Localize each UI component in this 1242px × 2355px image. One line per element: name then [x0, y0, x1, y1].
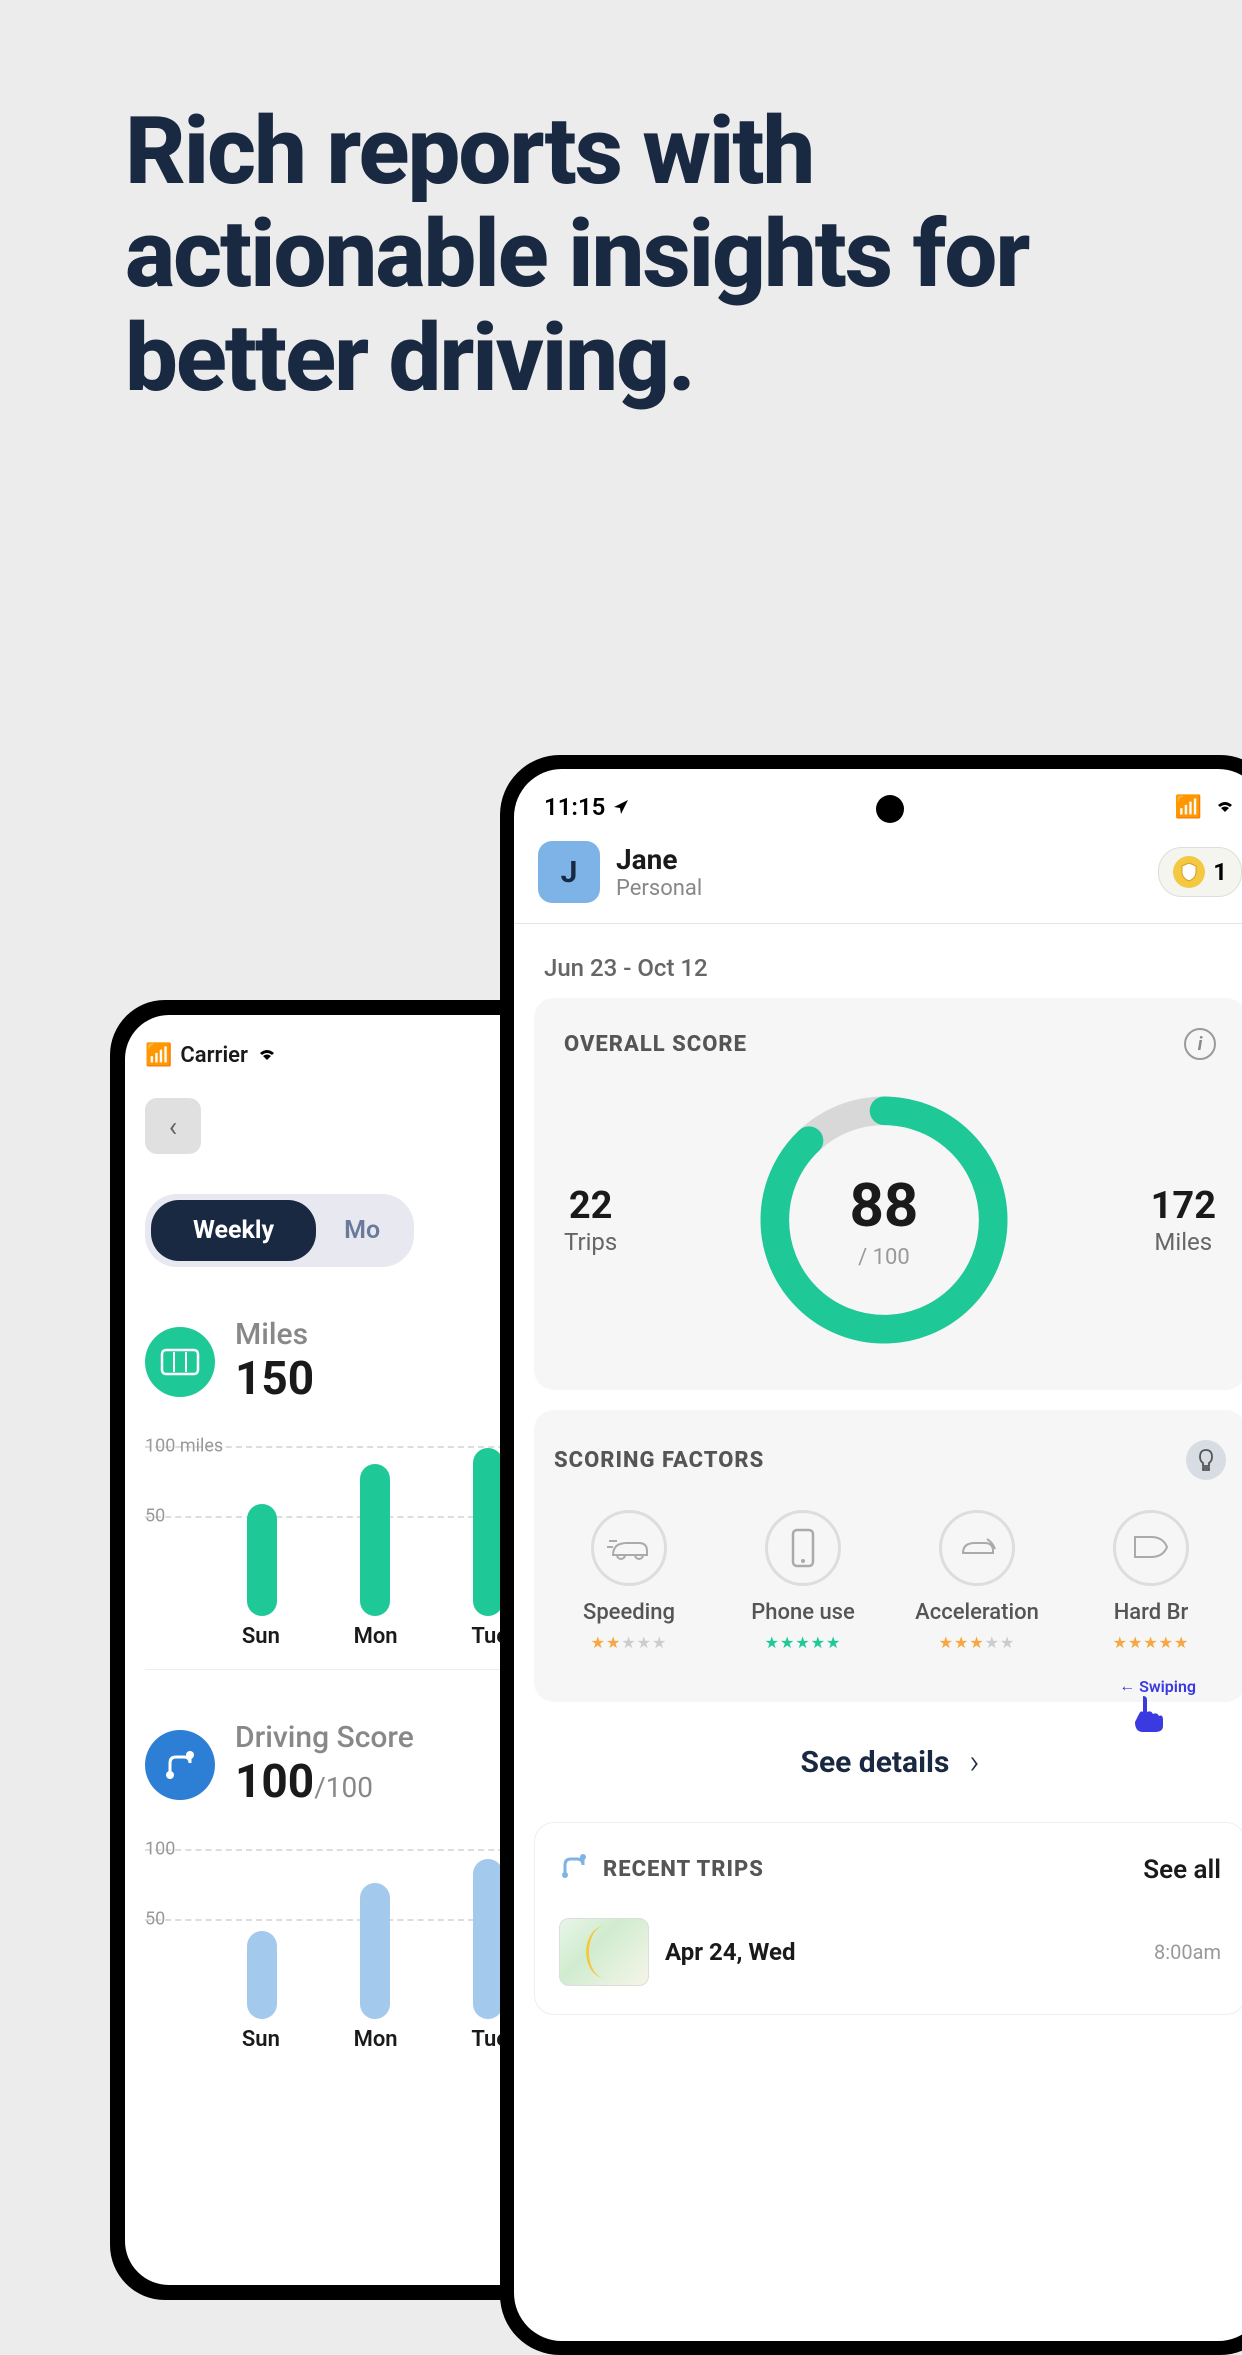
wifi-icon	[256, 1043, 278, 1068]
period-tabs: Weekly Mo	[145, 1194, 414, 1267]
signal-icon: 📶	[145, 1043, 172, 1068]
user-name: Jane	[616, 843, 702, 876]
factor-phone[interactable]: Phone use ★★★★★	[728, 1510, 878, 1652]
info-icon[interactable]: i	[1184, 1028, 1216, 1060]
overall-title: OVERALL SCORE	[564, 1032, 747, 1057]
see-all-link[interactable]: See all	[1143, 1855, 1221, 1885]
braking-icon	[1113, 1510, 1189, 1586]
bar-tue	[473, 1448, 503, 1616]
y-label-top: 100	[145, 1839, 175, 1860]
trip-time: 8:00am	[1154, 1940, 1221, 1964]
swipe-hint: ← Swiping	[1119, 1676, 1196, 1696]
wifi-icon	[1214, 795, 1236, 820]
tip-icon[interactable]	[1186, 1440, 1226, 1480]
tab-weekly[interactable]: Weekly	[151, 1200, 316, 1261]
miles-label: Miles	[235, 1317, 314, 1352]
speeding-icon	[591, 1510, 667, 1586]
carrier-label: Carrier	[180, 1043, 248, 1068]
phone-mockup-front: 11:15 📶 J Jane Personal	[500, 755, 1242, 2355]
location-icon	[613, 793, 629, 821]
score-label: Driving Score	[235, 1720, 414, 1755]
gauge-score: 88	[850, 1170, 919, 1241]
score-gauge: 88 / 100	[754, 1090, 1014, 1350]
stars: ★★★★★	[554, 1633, 704, 1652]
factors-row[interactable]: Speeding ★★★★★ Phone use ★★★★★ Accelerat…	[554, 1510, 1226, 1652]
route-icon	[559, 1851, 589, 1888]
bar-tue	[473, 1859, 503, 2019]
avatar[interactable]: J	[538, 841, 600, 903]
user-account-type: Personal	[616, 876, 702, 901]
x-sun: Sun	[242, 2027, 280, 2052]
bar-mon	[360, 1883, 390, 2019]
date-range: Jun 23 - Oct 12	[514, 924, 1242, 998]
status-time: 11:15	[544, 793, 605, 821]
score-value: 100/100	[235, 1755, 414, 1809]
recent-title: RECENT TRIPS	[603, 1857, 764, 1882]
chevron-left-icon: ‹	[169, 1110, 177, 1143]
trips-stat: 22 Trips	[564, 1184, 617, 1256]
trip-map-thumb	[559, 1918, 649, 1986]
bar-sun	[247, 1504, 277, 1616]
phone-front-screen: 11:15 📶 J Jane Personal	[514, 769, 1242, 2341]
acceleration-icon	[939, 1510, 1015, 1586]
tab-monthly[interactable]: Mo	[316, 1200, 408, 1261]
scoring-factors-card: SCORING FACTORS Speeding ★★★★★	[534, 1410, 1242, 1702]
recent-trips-card: RECENT TRIPS See all Apr 24, Wed 8:00am	[534, 1822, 1242, 2015]
stars: ★★★★★	[1076, 1633, 1226, 1652]
badge-count: 1	[1213, 858, 1227, 886]
gauge-max: / 100	[850, 1245, 919, 1270]
x-mon: Mon	[354, 2027, 398, 2052]
chevron-right-icon: ›	[969, 1742, 979, 1782]
trip-item[interactable]: Apr 24, Wed 8:00am	[559, 1918, 1221, 1986]
hand-icon	[1129, 1692, 1165, 1742]
x-sun: Sun	[242, 1624, 280, 1649]
phone-icon	[765, 1510, 841, 1586]
camera-notch	[876, 795, 904, 823]
back-button[interactable]: ‹	[145, 1098, 201, 1154]
miles-stat: 172 Miles	[1151, 1184, 1216, 1256]
miles-value: 150	[235, 1352, 314, 1406]
odometer-icon	[145, 1327, 215, 1397]
shield-badge[interactable]: 1	[1158, 847, 1242, 897]
marketing-headline: Rich reports with actionable insights fo…	[125, 100, 1242, 410]
stars: ★★★★★	[902, 1633, 1052, 1652]
bar-mon	[360, 1464, 390, 1616]
x-mon: Mon	[354, 1624, 398, 1649]
factors-title: SCORING FACTORS	[554, 1448, 764, 1473]
bar-sun	[247, 1931, 277, 2019]
factor-braking[interactable]: Hard Br ★★★★★	[1076, 1510, 1226, 1652]
signal-icon: 📶	[1175, 795, 1202, 820]
overall-score-card: OVERALL SCORE i 22 Trips 88 / 100	[534, 998, 1242, 1390]
trip-date: Apr 24, Wed	[665, 1938, 796, 1966]
route-icon	[145, 1730, 215, 1800]
stars: ★★★★★	[728, 1633, 878, 1652]
factor-acceleration[interactable]: Acceleration ★★★★★	[902, 1510, 1052, 1652]
shield-icon	[1173, 856, 1205, 888]
user-header: J Jane Personal 1	[514, 821, 1242, 924]
y-label-top: 100 miles	[145, 1436, 223, 1457]
factor-speeding[interactable]: Speeding ★★★★★	[554, 1510, 704, 1652]
